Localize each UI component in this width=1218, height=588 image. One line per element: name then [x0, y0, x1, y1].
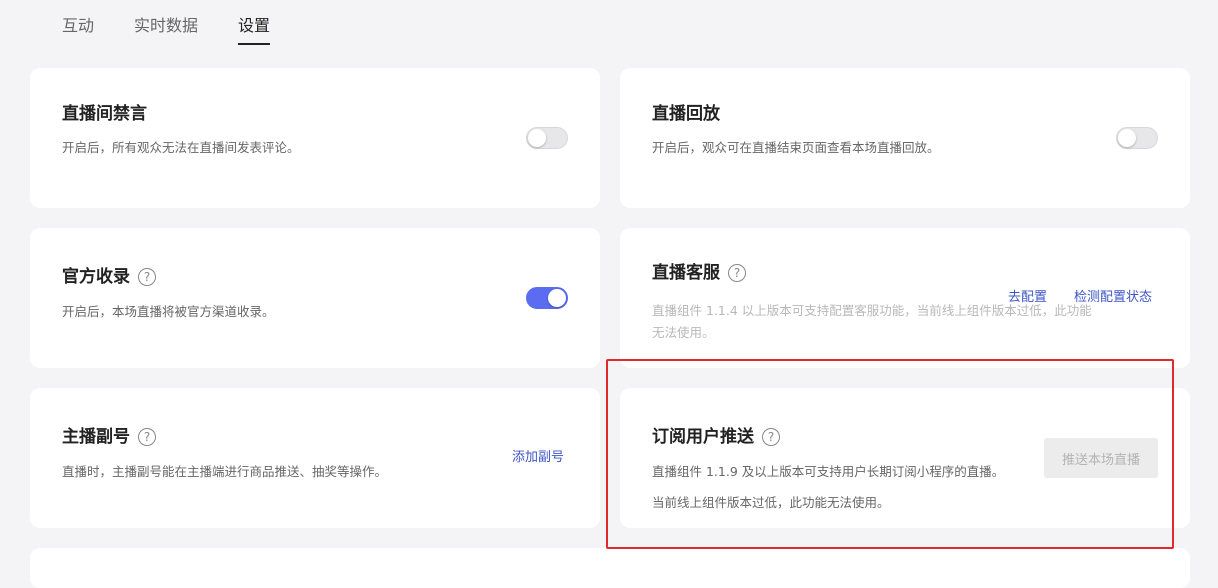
add-assistant-link[interactable]: 添加副号: [512, 449, 564, 467]
tab-interaction[interactable]: 互动: [62, 0, 94, 36]
help-icon[interactable]: ?: [138, 268, 156, 286]
assistant-title: 主播副号: [62, 427, 130, 447]
mute-toggle[interactable]: [526, 127, 568, 149]
mute-title: 直播间禁言: [62, 104, 147, 124]
toggle-knob: [548, 289, 566, 307]
help-icon[interactable]: ?: [138, 428, 156, 446]
card-title: 订阅用户推送 ?: [652, 426, 780, 448]
card-service: 直播客服 ? 直播组件 1.1.4 以上版本可支持配置客服功能，当前线上组件版本…: [620, 228, 1190, 368]
card-assistant: 主播副号 ? 直播时，主播副号能在主播端进行商品推送、抽奖等操作。 添加副号: [30, 388, 600, 528]
card-title: 直播间禁言: [62, 103, 147, 125]
mute-desc: 开启后，所有观众无法在直播间发表评论。: [62, 140, 300, 155]
help-icon[interactable]: ?: [728, 264, 746, 282]
subscribe-title: 订阅用户推送: [652, 427, 754, 447]
card-partial: [30, 548, 1190, 588]
card-replay: 直播回放 开启后，观众可在直播结束页面查看本场直播回放。: [620, 68, 1190, 208]
toggle-knob: [1118, 129, 1136, 147]
official-title: 官方收录: [62, 267, 130, 287]
assistant-desc: 直播时，主播副号能在主播端进行商品推送、抽奖等操作。: [62, 464, 388, 479]
card-title: 直播回放: [652, 103, 720, 125]
toggle-knob: [528, 129, 546, 147]
tab-settings[interactable]: 设置: [238, 0, 271, 45]
card-official: 官方收录 ? 开启后，本场直播将被官方渠道收录。: [30, 228, 600, 368]
tab-bar: 互动 实时数据 设置: [62, 0, 271, 48]
push-live-button[interactable]: 推送本场直播: [1044, 438, 1158, 478]
official-desc: 开启后，本场直播将被官方渠道收录。: [62, 304, 275, 319]
card-subscribe: 订阅用户推送 ? 直播组件 1.1.9 及以上版本可支持用户长期订阅小程序的直播…: [620, 388, 1190, 528]
subscribe-desc: 直播组件 1.1.9 及以上版本可支持用户长期订阅小程序的直播。: [652, 464, 1005, 479]
help-icon[interactable]: ?: [762, 428, 780, 446]
service-title: 直播客服: [652, 263, 720, 283]
card-title: 主播副号 ?: [62, 426, 156, 448]
card-title: 官方收录 ?: [62, 266, 156, 288]
tab-realtime-data[interactable]: 实时数据: [134, 0, 198, 36]
card-mute: 直播间禁言 开启后，所有观众无法在直播间发表评论。: [30, 68, 600, 208]
check-config-link[interactable]: 检测配置状态: [1074, 289, 1152, 307]
configure-link[interactable]: 去配置: [1008, 289, 1047, 307]
replay-desc: 开启后，观众可在直播结束页面查看本场直播回放。: [652, 140, 940, 155]
card-title: 直播客服 ?: [652, 262, 746, 284]
replay-title: 直播回放: [652, 104, 720, 124]
subscribe-desc-2: 当前线上组件版本过低，此功能无法使用。: [652, 495, 890, 510]
official-toggle[interactable]: [526, 287, 568, 309]
replay-toggle[interactable]: [1116, 127, 1158, 149]
